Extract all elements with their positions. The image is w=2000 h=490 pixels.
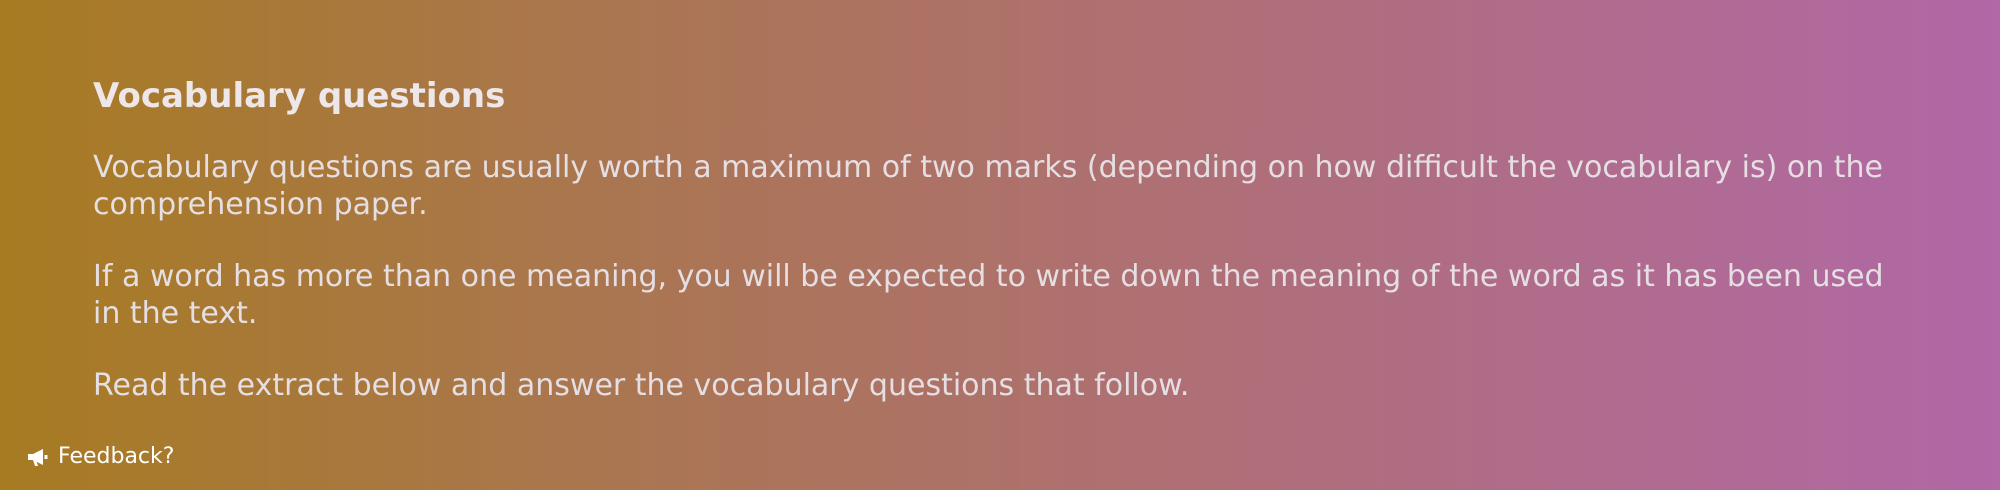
paragraph-instruction: Read the extract below and answer the vo… (93, 368, 1190, 403)
section-heading: Vocabulary questions (93, 76, 506, 116)
paragraph-meaning-info: If a word has more than one meaning, you… (93, 259, 1884, 331)
content-section: Vocabulary questions Vocabulary question… (93, 72, 1893, 439)
feedback-label: Feedback? (58, 444, 175, 469)
feedback-button[interactable]: Feedback? (26, 444, 174, 469)
page: { "section": { "heading": "Vocabulary qu… (0, 0, 2000, 490)
paragraph-marks-info: Vocabulary questions are usually worth a… (93, 150, 1883, 222)
megaphone-icon (26, 446, 50, 468)
